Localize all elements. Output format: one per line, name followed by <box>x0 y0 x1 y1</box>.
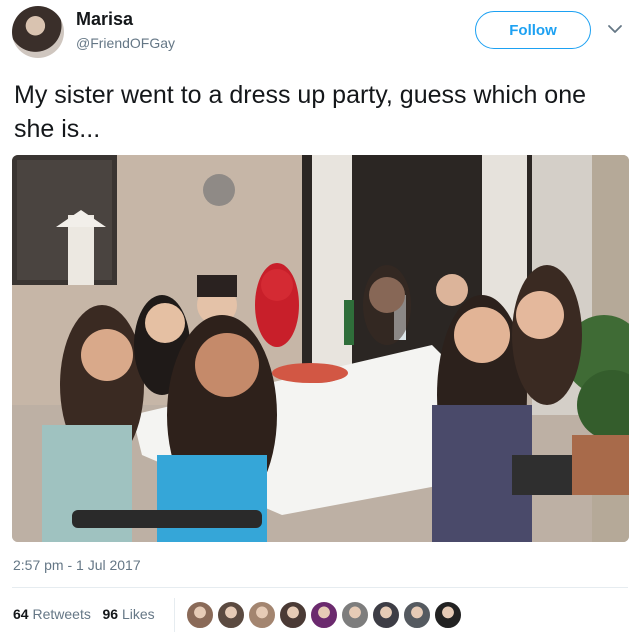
liker-avatar[interactable] <box>186 601 214 629</box>
user-handle[interactable]: @FriendOFGay <box>76 35 175 51</box>
retweets-count[interactable]: 64 <box>13 606 29 622</box>
liker-avatar[interactable] <box>310 601 338 629</box>
follow-button[interactable]: Follow <box>475 11 591 49</box>
chevron-down-icon[interactable] <box>606 20 624 38</box>
divider <box>12 587 628 588</box>
liker-avatar[interactable] <box>217 601 245 629</box>
user-name[interactable]: Marisa <box>76 9 133 30</box>
liker-avatar[interactable] <box>279 601 307 629</box>
tweet-timestamp[interactable]: 2:57 pm - 1 Jul 2017 <box>13 557 141 573</box>
tweet-stats: 64 Retweets 96 Likes <box>13 606 155 622</box>
retweets-label[interactable]: Retweets <box>32 606 90 622</box>
avatar[interactable] <box>12 6 64 58</box>
tweet-text: My sister went to a dress up party, gues… <box>14 81 587 143</box>
likes-label[interactable]: Likes <box>122 606 155 622</box>
liker-avatar[interactable] <box>248 601 276 629</box>
tweet-header: Marisa @FriendOFGay Follow <box>0 0 640 66</box>
party-photo-illustration <box>12 155 629 542</box>
liker-avatar[interactable] <box>372 601 400 629</box>
liker-avatar[interactable] <box>434 601 462 629</box>
stats-divider <box>174 598 175 632</box>
liker-avatar[interactable] <box>403 601 431 629</box>
liker-avatar[interactable] <box>341 601 369 629</box>
tweet-photo[interactable] <box>12 155 629 542</box>
likes-count[interactable]: 96 <box>103 606 119 622</box>
